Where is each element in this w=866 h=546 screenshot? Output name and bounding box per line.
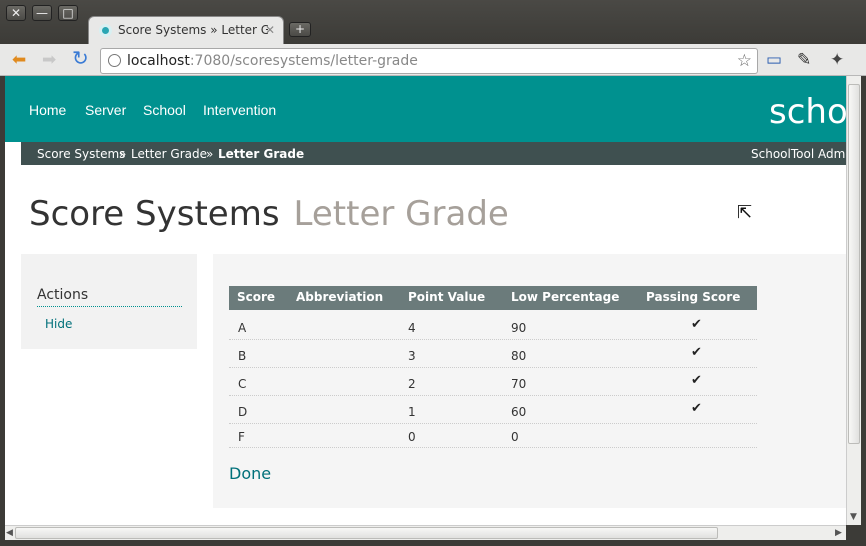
user-menu[interactable]: SchoolTool Admin (751, 147, 846, 161)
url-host: localhost (127, 53, 190, 69)
breadcrumb-letter-grade[interactable]: Letter Grade (131, 147, 207, 161)
scroll-left-arrow-icon[interactable]: ◀ (6, 528, 13, 538)
page-title: Score Systems Letter Grade (29, 194, 509, 234)
nav-school[interactable]: School (143, 102, 186, 118)
col-score[interactable]: Score (237, 290, 275, 304)
pin-icon[interactable]: ✎ (797, 50, 811, 70)
actions-heading: Actions (37, 287, 182, 307)
cell-point-value: 1 (408, 405, 416, 419)
bookmark-star-icon[interactable]: ☆ (737, 51, 752, 71)
cell-point-value: 2 (408, 377, 416, 391)
close-icon: ✕ (10, 6, 22, 20)
plus-icon: + (294, 22, 306, 36)
wrench-icon[interactable]: ✦ (830, 50, 844, 70)
breadcrumb-score-systems[interactable]: Score Systems (37, 147, 125, 161)
col-point-value[interactable]: Point Value (408, 290, 485, 304)
page-menu-icon[interactable]: ▭ (766, 50, 782, 70)
col-passing-score[interactable]: Passing Score (646, 290, 740, 304)
minimize-icon: — (36, 6, 48, 20)
globe-icon (108, 54, 121, 67)
table-header: Score Abbreviation Point Value Low Perce… (229, 286, 757, 310)
site-header: Home Server School Intervention scho (5, 76, 846, 142)
vertical-scroll-thumb[interactable] (848, 84, 860, 444)
reload-icon[interactable]: ↻ (72, 48, 89, 68)
cell-score: D (238, 405, 248, 419)
cell-point-value: 3 (408, 349, 416, 363)
table-row: B 3 80 ✔ (229, 340, 757, 368)
table-row: A 4 90 ✔ (229, 312, 757, 340)
window-minimize-button[interactable]: — (32, 5, 52, 21)
window-maximize-button[interactable]: □ (58, 5, 78, 21)
brand-logo[interactable]: scho (769, 92, 846, 132)
url-text: localhost:7080/scoresystems/letter-grade (127, 53, 418, 69)
address-bar[interactable]: localhost:7080/scoresystems/letter-grade… (100, 48, 758, 74)
table-row: C 2 70 ✔ (229, 368, 757, 396)
check-icon: ✔ (691, 317, 702, 332)
maximize-icon: □ (62, 6, 74, 20)
nav-home[interactable]: Home (29, 102, 66, 118)
url-path: :7080/scoresystems/letter-grade (189, 53, 418, 69)
page-subtitle: Letter Grade (293, 194, 509, 234)
nav-intervention[interactable]: Intervention (203, 102, 276, 118)
favicon-icon (99, 24, 112, 37)
check-icon: ✔ (691, 345, 702, 360)
horizontal-scrollbar[interactable]: ◀ ▶ (5, 525, 846, 540)
check-icon: ✔ (691, 373, 702, 388)
col-low-percentage[interactable]: Low Percentage (511, 290, 619, 304)
actions-sidebar: Actions Hide (21, 254, 197, 349)
page-viewport: Home Server School Intervention scho Sco… (5, 76, 846, 525)
check-icon: ✔ (691, 401, 702, 416)
scroll-right-arrow-icon[interactable]: ▶ (835, 528, 842, 538)
page-title-main: Score Systems (29, 194, 280, 234)
cell-score: C (238, 377, 247, 391)
cell-low-percentage: 60 (511, 405, 527, 419)
breadcrumb-separator: » (206, 147, 214, 161)
browser-tab[interactable]: Score Systems » Letter Gr ✕ (88, 16, 284, 44)
cell-point-value: 4 (408, 321, 416, 335)
breadcrumb-separator: » (119, 147, 127, 161)
scroll-down-arrow-icon[interactable]: ▼ (850, 512, 857, 522)
vertical-scrollbar[interactable]: ▼ (846, 76, 861, 525)
cell-score: A (238, 321, 247, 335)
tab-close-icon[interactable]: ✕ (265, 23, 275, 37)
window-titlebar: ✕ — □ Score Systems » Letter Gr ✕ + (0, 0, 866, 44)
window-close-button[interactable]: ✕ (6, 5, 26, 21)
browser-toolbar: ⬅ ➡ ↻ localhost:7080/scoresystems/letter… (0, 44, 866, 76)
cell-low-percentage: 0 (511, 430, 519, 444)
col-abbreviation[interactable]: Abbreviation (296, 290, 383, 304)
cell-score: B (238, 349, 247, 363)
cell-point-value: 0 (408, 430, 416, 444)
back-icon[interactable]: ⬅ (12, 50, 26, 70)
done-button[interactable]: Done (229, 464, 271, 483)
breadcrumb-current: Letter Grade (218, 147, 305, 161)
cell-low-percentage: 70 (511, 377, 527, 391)
breadcrumb: Score Systems » Letter Grade » Letter Gr… (21, 142, 846, 165)
horizontal-scroll-thumb[interactable] (15, 527, 718, 539)
nav-server[interactable]: Server (85, 102, 126, 118)
table-row: D 1 60 ✔ (229, 396, 757, 424)
cell-low-percentage: 90 (511, 321, 527, 335)
cell-low-percentage: 80 (511, 349, 527, 363)
new-tab-button[interactable]: + (289, 22, 311, 37)
tab-title: Score Systems » Letter Gr (118, 23, 268, 37)
table-row: F 0 0 (229, 424, 757, 448)
cell-score: F (238, 430, 245, 444)
hide-link[interactable]: Hide (45, 317, 72, 331)
main-content: Score Abbreviation Point Value Low Perce… (213, 254, 846, 508)
mouse-cursor-icon: ⇱ (737, 202, 753, 223)
forward-icon[interactable]: ➡ (42, 50, 56, 70)
